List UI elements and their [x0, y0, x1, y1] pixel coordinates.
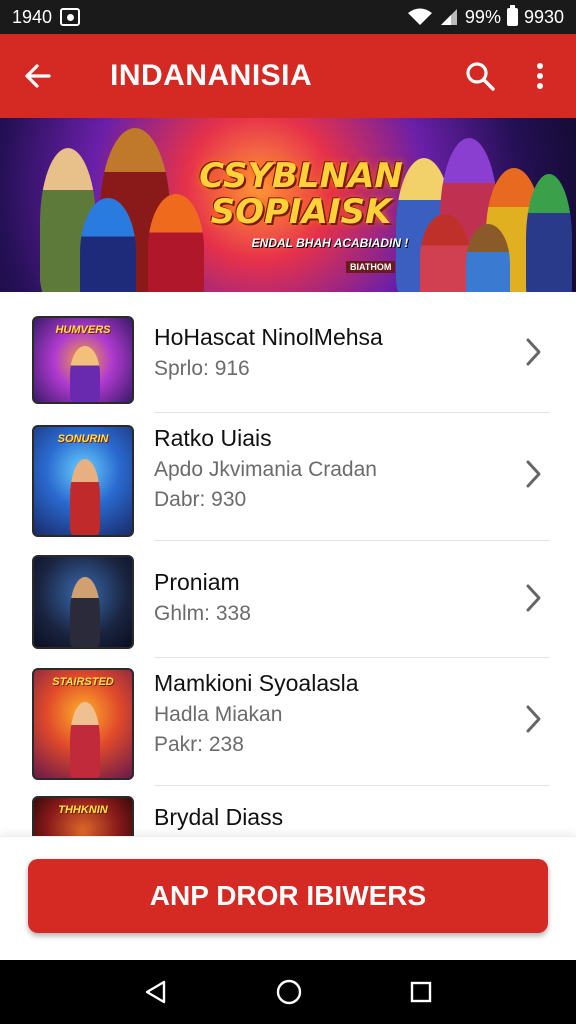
item-text: Ratko Uiais Apdo Jkvimania Cradan Dabr: …: [154, 425, 504, 512]
notification-icon: [60, 8, 81, 26]
thumbnail-character: [70, 577, 100, 647]
thumbnail-character: [70, 346, 100, 402]
arrow-back-icon: [25, 64, 51, 88]
item-title: Brydal Diass: [154, 804, 284, 830]
item-detail: Hadla Miakan: [154, 703, 283, 726]
status-clock-right: 9930: [523, 6, 564, 27]
thumbnail-label: THHKNIN: [58, 804, 108, 816]
game-thumbnail: HUMVERS: [32, 316, 134, 404]
item-detail: Dabr: 930: [154, 488, 247, 511]
banner-tag: BIATHOM: [346, 261, 396, 273]
nav-back-icon[interactable]: [143, 979, 169, 1005]
game-thumbnail: SONURIN: [32, 425, 134, 537]
item-title: Ratko Uiais: [154, 425, 272, 451]
thumbnail-character: [70, 459, 100, 535]
search-button[interactable]: [450, 46, 510, 106]
back-button[interactable]: [8, 46, 68, 106]
item-title: Proniam: [154, 569, 240, 595]
banner-title-line2: SOPIAISK: [210, 192, 392, 232]
item-text: Proniam Ghlm: 338: [154, 569, 504, 626]
game-thumbnail: [32, 555, 134, 649]
battery-icon: [506, 5, 518, 26]
item-title: HoHascat NinolMehsa: [154, 324, 383, 350]
signal-icon: [440, 9, 457, 25]
banner-title: CSYBLNAN SOPIAISK: [196, 158, 406, 230]
item-detail: Pakr: 238: [154, 733, 244, 756]
thumbnail-character: [70, 702, 100, 778]
item-title: Mamkioni Syoalasla: [154, 670, 359, 696]
list-item[interactable]: Proniam Ghlm: 338: [0, 541, 576, 658]
list-item[interactable]: SONURIN Ratko Uiais Apdo Jkvimania Crada…: [0, 413, 576, 541]
app-title: INDANANISIA: [110, 59, 313, 92]
item-detail: Apdo Jkvimania Cradan: [154, 458, 377, 481]
more-options-button[interactable]: [510, 46, 570, 106]
item-detail: Ghlm: 338: [154, 602, 251, 625]
status-signal-text: 99: [464, 6, 485, 27]
wifi-icon: [407, 8, 432, 25]
thumbnail-label: STAIRSTED: [52, 676, 114, 688]
status-bar: 1940 99% 9930: [0, 0, 576, 34]
banner-title-line1: CSYBLNAN: [199, 156, 403, 196]
game-thumbnail: STAIRSTED: [32, 668, 134, 780]
chevron-right-icon: [526, 584, 541, 612]
nav-recents-icon[interactable]: [409, 980, 433, 1004]
list-item[interactable]: HUMVERS HoHascat NinolMehsa Sprlo: 916: [0, 292, 576, 413]
thumbnail-label: SONURIN: [57, 433, 109, 445]
item-detail: Sprlo: 916: [154, 357, 250, 380]
cta-panel: ANP DROR IBIWERS: [0, 836, 576, 960]
item-text: Brydal Diass: [154, 804, 504, 831]
promo-banner[interactable]: CSYBLNAN SOPIAISK ENDAL BHAH ACABIADIN !…: [0, 118, 576, 292]
status-battery-percent: %: [484, 6, 501, 27]
app-bar: INDANANISIA: [0, 34, 576, 118]
item-text: HoHascat NinolMehsa Sprlo: 916: [154, 324, 504, 381]
thumbnail-label: HUMVERS: [55, 324, 111, 336]
list-item[interactable]: STAIRSTED Mamkioni Syoalasla Hadla Miaka…: [0, 658, 576, 786]
item-text: Mamkioni Syoalasla Hadla Miakan Pakr: 23…: [154, 670, 504, 757]
chevron-right-icon: [526, 705, 541, 733]
search-icon: [466, 62, 495, 91]
more-vert-icon: [537, 63, 543, 89]
system-nav-bar: [0, 960, 576, 1024]
primary-action-button[interactable]: ANP DROR IBIWERS: [28, 859, 548, 933]
status-time: 1940: [12, 6, 53, 27]
nav-home-icon[interactable]: [275, 978, 303, 1006]
banner-character: [526, 174, 572, 292]
chevron-right-icon: [526, 338, 541, 366]
banner-subtitle: ENDAL BHAH ACABIADIN !: [251, 236, 409, 250]
chevron-right-icon: [526, 460, 541, 488]
